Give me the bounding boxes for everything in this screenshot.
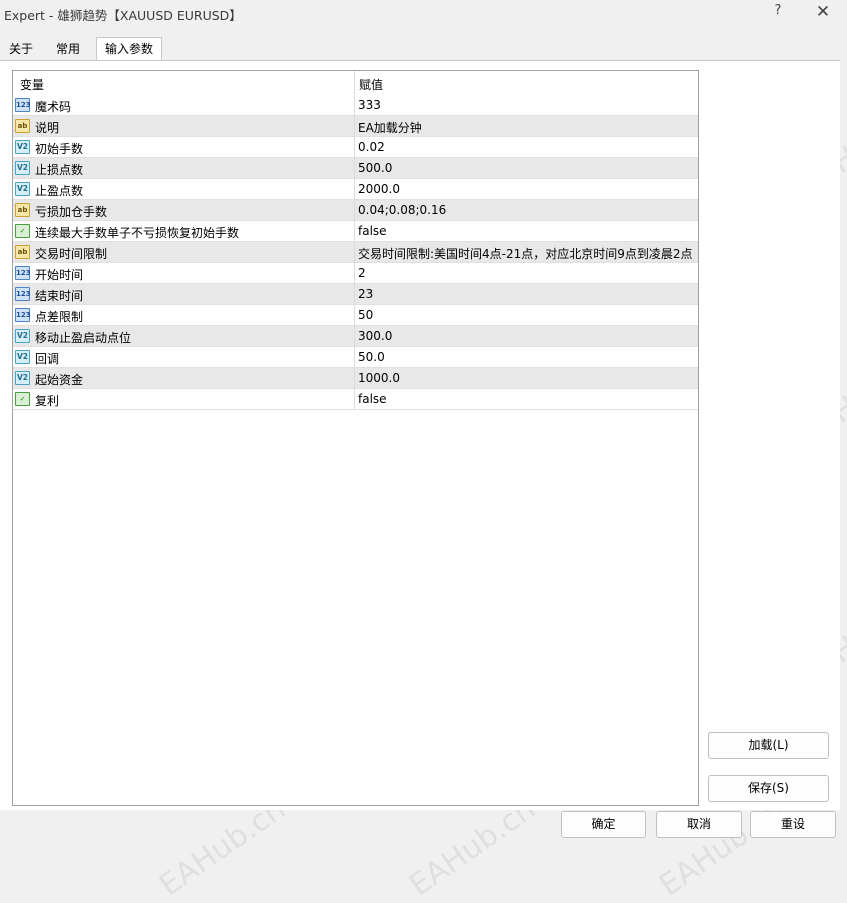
tab-bar: 关于 常用 输入参数	[0, 37, 847, 61]
table-row[interactable]: V2 止盈点数 2000.0	[13, 179, 698, 200]
close-button[interactable]: ✕	[813, 2, 833, 22]
table-row[interactable]: ab 说明 EA加载分钟	[13, 116, 698, 137]
param-name: 点差限制	[35, 310, 84, 324]
integer-type-icon: 123	[15, 266, 31, 280]
grid-header: 变量 赋值	[13, 71, 698, 95]
param-value[interactable]: 2	[358, 266, 366, 280]
help-button[interactable]: ?	[771, 3, 785, 21]
table-row[interactable]: V2 移动止盈启动点位 300.0	[13, 326, 698, 347]
header-divider[interactable]	[354, 71, 355, 95]
param-value[interactable]: 23	[358, 287, 373, 301]
column-divider	[354, 179, 355, 200]
tab-inputs[interactable]: 输入参数	[96, 37, 163, 61]
window-title: Expert - 雄狮趋势【XAUUSD EURUSD】	[4, 8, 242, 23]
header-value[interactable]: 赋值	[359, 76, 383, 93]
double-type-icon: V2	[15, 182, 30, 196]
param-name: 复利	[35, 394, 60, 408]
column-divider	[354, 263, 355, 284]
column-divider	[354, 242, 355, 263]
table-row[interactable]: V2 止损点数 500.0	[13, 158, 698, 179]
bool-type-icon: ✓	[15, 224, 30, 238]
column-divider	[354, 200, 355, 221]
integer-type-icon: 123	[15, 308, 31, 322]
cancel-button[interactable]: 取消	[656, 811, 742, 838]
column-divider	[354, 221, 355, 242]
grid-rows: 123 魔术码 333 ab 说明 EA加载分钟 V2 初始手数 0.02 V2 止损点数 500.0…	[13, 95, 698, 410]
double-type-icon: V2	[15, 350, 30, 364]
table-row[interactable]: 123 开始时间 2	[13, 263, 698, 284]
param-value[interactable]: 0.02	[358, 140, 385, 154]
param-value[interactable]: 0.04;0.08;0.16	[358, 203, 446, 217]
save-button[interactable]: 保存(S)	[708, 775, 829, 802]
param-name: 连续最大手数单子不亏损恢复初始手数	[35, 226, 240, 240]
table-row[interactable]: ab 交易时间限制 交易时间限制:美国时间4点-21点，对应北京时间9点到凌晨2点	[13, 242, 698, 263]
param-name: 起始资金	[35, 373, 84, 387]
table-row[interactable]: 123 点差限制 50	[13, 305, 698, 326]
param-value[interactable]: 500.0	[358, 161, 392, 175]
param-name: 魔术码	[35, 100, 72, 114]
param-name: 说明	[35, 121, 60, 135]
param-name: 止盈点数	[35, 184, 84, 198]
param-name: 亏损加仓手数	[35, 205, 108, 219]
table-row[interactable]: ab 亏损加仓手数 0.04;0.08;0.16	[13, 200, 698, 221]
table-row[interactable]: V2 初始手数 0.02	[13, 137, 698, 158]
column-divider	[354, 305, 355, 326]
param-value[interactable]: 2000.0	[358, 182, 400, 196]
string-type-icon: ab	[15, 203, 30, 217]
tab-about[interactable]: 关于	[1, 39, 41, 59]
reset-button[interactable]: 重设	[750, 811, 836, 838]
param-value[interactable]: false	[358, 392, 387, 406]
table-row[interactable]: 123 结束时间 23	[13, 284, 698, 305]
param-name: 回调	[35, 352, 60, 366]
double-type-icon: V2	[15, 140, 30, 154]
string-type-icon: ab	[15, 245, 30, 259]
param-value[interactable]: 300.0	[358, 329, 392, 343]
param-value[interactable]: 1000.0	[358, 371, 400, 385]
column-divider	[354, 389, 355, 410]
param-value[interactable]: EA加载分钟	[358, 119, 422, 136]
integer-type-icon: 123	[15, 287, 31, 301]
table-row[interactable]: V2 起始资金 1000.0	[13, 368, 698, 389]
param-value[interactable]: false	[358, 224, 387, 238]
column-divider	[354, 95, 355, 116]
param-name: 止损点数	[35, 163, 84, 177]
param-value[interactable]: 50.0	[358, 350, 385, 364]
column-divider	[354, 284, 355, 305]
double-type-icon: V2	[15, 161, 30, 175]
double-type-icon: V2	[15, 329, 30, 343]
column-divider	[354, 116, 355, 137]
param-name: 开始时间	[35, 268, 84, 282]
column-divider	[354, 326, 355, 347]
bool-type-icon: ✓	[15, 392, 30, 406]
column-divider	[354, 347, 355, 368]
param-value[interactable]: 333	[358, 98, 381, 112]
param-value[interactable]: 交易时间限制:美国时间4点-21点，对应北京时间9点到凌晨2点	[358, 245, 693, 262]
load-button[interactable]: 加载(L)	[708, 732, 829, 759]
table-row[interactable]: ✓ 复利 false	[13, 389, 698, 410]
table-row[interactable]: V2 回调 50.0	[13, 347, 698, 368]
param-name: 移动止盈启动点位	[35, 331, 132, 345]
param-value[interactable]: 50	[358, 308, 373, 322]
column-divider	[354, 137, 355, 158]
title-bar: Expert - 雄狮趋势【XAUUSD EURUSD】 ? ✕	[0, 0, 847, 26]
ok-button[interactable]: 确定	[561, 811, 646, 838]
param-name: 结束时间	[35, 289, 84, 303]
string-type-icon: ab	[15, 119, 30, 133]
header-variable[interactable]: 变量	[20, 76, 44, 93]
table-row[interactable]: 123 魔术码 333	[13, 95, 698, 116]
column-divider	[354, 368, 355, 389]
param-name: 初始手数	[35, 142, 84, 156]
parameter-grid[interactable]: 变量 赋值 123 魔术码 333 ab 说明 EA加载分钟 V2 初始手数 0.02 V2 止损点…	[12, 70, 699, 806]
param-name: 交易时间限制	[35, 247, 108, 261]
double-type-icon: V2	[15, 371, 30, 385]
column-divider	[354, 158, 355, 179]
tab-common[interactable]: 常用	[48, 39, 88, 59]
integer-type-icon: 123	[15, 98, 31, 112]
table-row[interactable]: ✓ 连续最大手数单子不亏损恢复初始手数 false	[13, 221, 698, 242]
